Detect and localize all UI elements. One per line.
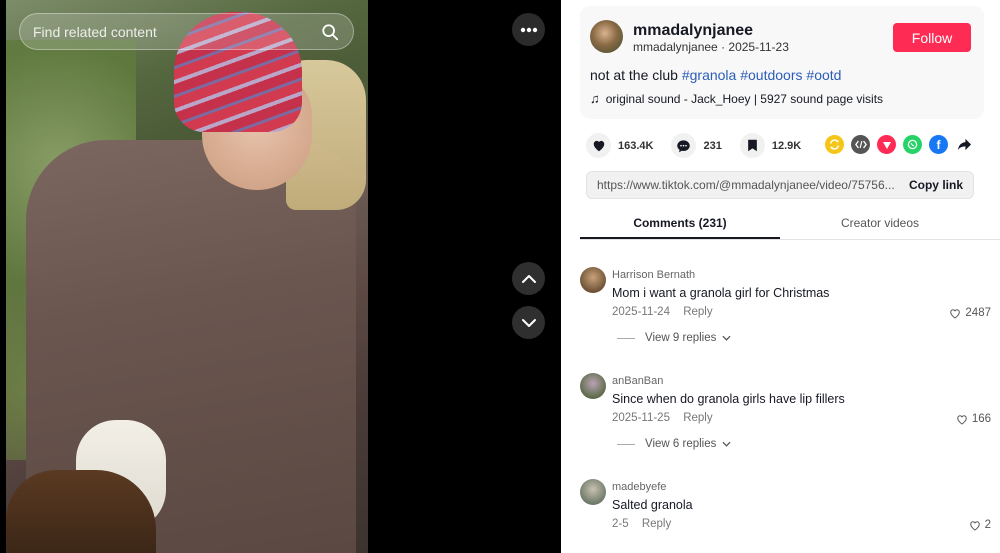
video-area (0, 0, 561, 553)
embed-icon[interactable] (851, 135, 870, 154)
comment-text: Salted granola (612, 498, 693, 512)
view-replies-button[interactable]: View 6 replies (617, 438, 731, 450)
divider-line (617, 337, 635, 339)
send-icon[interactable] (877, 135, 896, 154)
comment-like-count: 2487 (965, 307, 991, 319)
comment-author[interactable]: anBanBan (612, 375, 663, 387)
chevron-up-icon (521, 274, 536, 283)
handle[interactable]: mmadalynjanee (633, 40, 718, 54)
comment-icon[interactable] (671, 133, 697, 158)
bookmark-icon[interactable] (739, 133, 765, 158)
copy-link-button[interactable]: Copy link (909, 178, 963, 192)
engagement-stats: 163.4K 231 12.9K (586, 133, 819, 158)
whatsapp-icon[interactable] (903, 135, 922, 154)
comment-stat[interactable]: 231 (671, 133, 722, 158)
heart-icon[interactable] (586, 133, 611, 158)
heart-outline-icon (969, 520, 980, 531)
comment-avatar[interactable] (580, 267, 606, 293)
next-video-button[interactable] (512, 306, 545, 339)
previous-video-button[interactable] (512, 262, 545, 295)
comment-count: 231 (703, 139, 722, 152)
comment-like-button[interactable]: 166 (956, 413, 991, 425)
post-subline: mmadalynjanee · 2025-11-23 (633, 40, 789, 54)
hashtag[interactable]: #ootd (806, 67, 841, 83)
view-replies-label: View 9 replies (645, 332, 717, 344)
like-count: 163.4K (618, 139, 654, 152)
comment-date: 2025-11-25 (612, 412, 670, 424)
post-info-card: mmadalynjanee mmadalynjanee · 2025-11-23… (580, 6, 984, 119)
reply-button[interactable]: Reply (683, 306, 712, 318)
post-date: 2025-11-23 (728, 40, 789, 54)
more-options-button[interactable] (512, 13, 545, 46)
comment-item: madebyefe Salted granola 2-5 Reply 2 (580, 479, 991, 549)
comment-author[interactable]: madebyefe (612, 481, 666, 493)
chevron-down-icon (722, 441, 731, 447)
panel-tabs: Comments (231) Creator videos (580, 208, 1000, 240)
comment-like-count: 2 (984, 519, 991, 531)
comment-meta: 2025-11-24 Reply (612, 306, 713, 318)
app-root: mmadalynjanee mmadalynjanee · 2025-11-23… (0, 0, 1000, 553)
comment-avatar[interactable] (580, 373, 606, 399)
comment-avatar[interactable] (580, 479, 606, 505)
comment-meta: 2-5 Reply (612, 518, 671, 530)
heart-outline-icon (957, 414, 967, 425)
comment-date: 2025-11-24 (612, 306, 670, 318)
save-stat[interactable]: 12.9K (739, 133, 802, 158)
comment-text: Since when do granola girls have lip fil… (612, 392, 845, 406)
comment-item: Harrison Bernath Mom i want a granola gi… (580, 267, 991, 352)
share-arrow-icon[interactable] (955, 135, 974, 154)
hashtag[interactable]: #granola (682, 67, 737, 83)
video-boot (6, 470, 156, 553)
description-text: not at the club (590, 67, 678, 83)
music-note-icon: ♫ (590, 91, 600, 106)
search-bar[interactable] (19, 13, 354, 50)
search-icon[interactable] (321, 23, 339, 41)
chevron-down-icon (521, 318, 536, 327)
username[interactable]: mmadalynjanee (633, 22, 753, 40)
comment-item: anBanBan Since when do granola girls hav… (580, 373, 991, 458)
comment-text: Mom i want a granola girl for Christmas (612, 286, 830, 300)
like-stat[interactable]: 163.4K (586, 133, 653, 158)
comment-like-button[interactable]: 2 (969, 519, 991, 531)
video-player[interactable] (6, 0, 368, 553)
comment-like-count: 166 (971, 413, 991, 425)
reply-button[interactable]: Reply (642, 518, 671, 530)
tab-comments[interactable]: Comments (231) (580, 208, 780, 239)
sound-text[interactable]: original sound - Jack_Hoey | 5927 sound … (606, 92, 883, 106)
post-description: not at the club #granola #outdoors #ootd (590, 67, 841, 83)
comment-date: 2-5 (612, 518, 629, 530)
tab-creator-videos[interactable]: Creator videos (780, 208, 980, 239)
view-replies-label: View 6 replies (645, 438, 717, 450)
sound-info[interactable]: ♫ original sound - Jack_Hoey | 5927 soun… (590, 91, 883, 106)
details-panel: mmadalynjanee mmadalynjanee · 2025-11-23… (561, 0, 1000, 553)
share-icons: f (825, 135, 974, 154)
follow-button[interactable]: Follow (893, 23, 971, 52)
comment-like-button[interactable]: 2487 (949, 307, 991, 319)
avatar[interactable] (590, 20, 623, 53)
reply-button[interactable]: Reply (683, 412, 712, 424)
comment-meta: 2025-11-25 Reply (612, 412, 713, 424)
share-link-box: https://www.tiktok.com/@mmadalynjanee/vi… (586, 171, 974, 199)
comment-author[interactable]: Harrison Bernath (612, 269, 695, 281)
chevron-down-icon (722, 335, 731, 341)
heart-outline-icon (950, 308, 961, 319)
facebook-icon[interactable]: f (929, 135, 948, 154)
save-count: 12.9K (771, 139, 802, 152)
hashtag[interactable]: #outdoors (740, 67, 802, 83)
view-replies-button[interactable]: View 9 replies (617, 332, 731, 344)
divider-line (617, 443, 635, 445)
search-input[interactable] (33, 23, 321, 40)
share-link-url[interactable]: https://www.tiktok.com/@mmadalynjanee/vi… (597, 178, 901, 192)
repost-icon[interactable] (825, 135, 844, 154)
more-dots-icon (520, 27, 537, 32)
